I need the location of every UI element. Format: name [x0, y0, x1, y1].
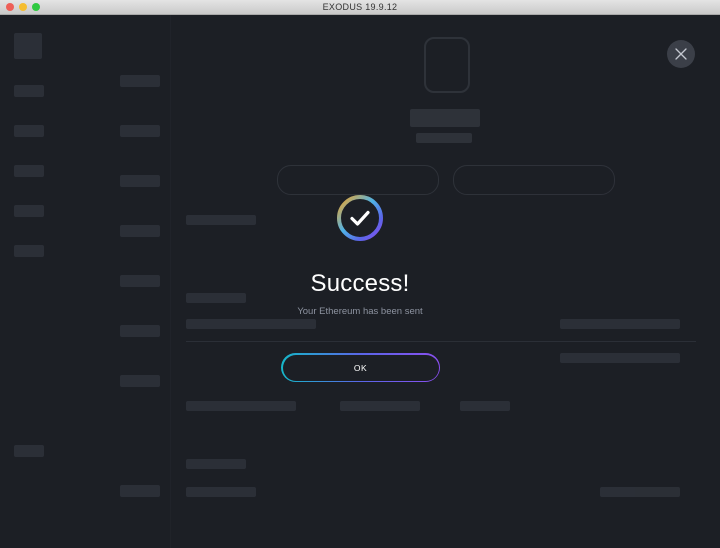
- close-icon: [675, 48, 687, 60]
- success-message: Your Ethereum has been sent: [297, 306, 423, 317]
- app-content: Success! Your Ethereum has been sent OK: [0, 15, 720, 548]
- close-button[interactable]: [667, 40, 695, 68]
- ok-button-label: OK: [282, 354, 439, 381]
- window-title: EXODUS 19.9.12: [322, 2, 398, 12]
- check-circle-icon: [337, 195, 383, 241]
- success-title: Success!: [310, 270, 410, 297]
- window-titlebar: EXODUS 19.9.12: [0, 0, 720, 15]
- ok-button[interactable]: OK: [281, 353, 440, 382]
